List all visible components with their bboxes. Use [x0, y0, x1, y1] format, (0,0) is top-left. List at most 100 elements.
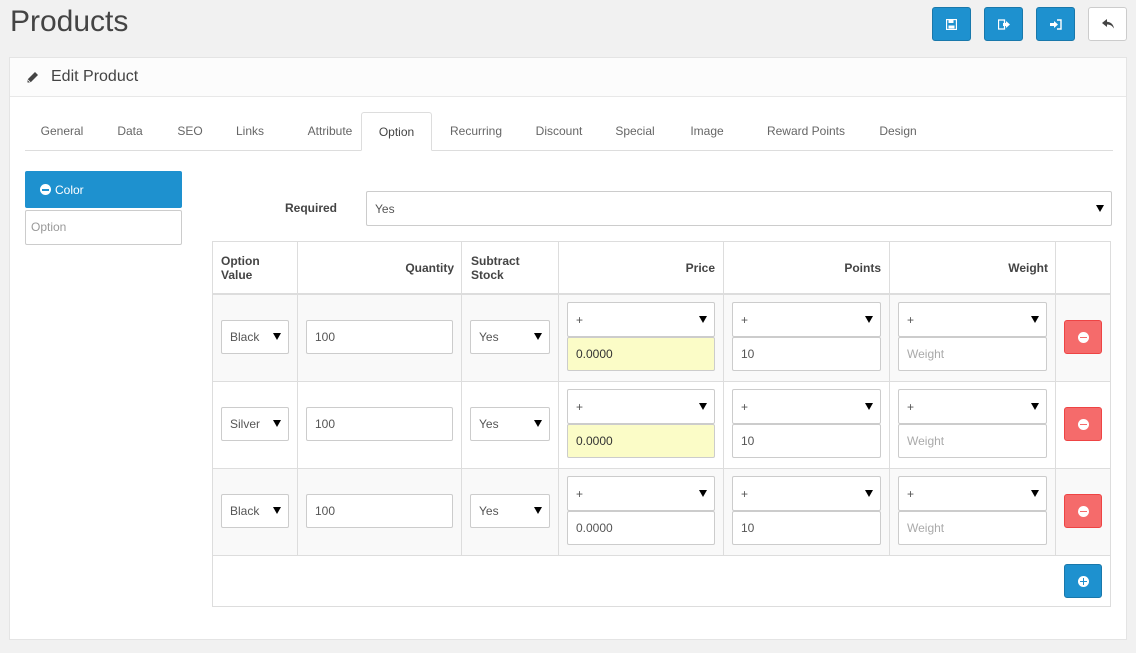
- page-title: Products: [10, 5, 129, 38]
- plus-circle-icon: [1077, 575, 1089, 587]
- weight-prefix-select[interactable]: +: [898, 302, 1047, 337]
- subtract-stock-select[interactable]: Yes: [470, 320, 550, 354]
- header-weight: Weight: [1008, 261, 1048, 275]
- save-stay-icon: [997, 18, 1010, 30]
- caret-down-icon: [534, 420, 542, 427]
- points-prefix-select[interactable]: +: [732, 389, 881, 424]
- remove-row-button[interactable]: [1064, 494, 1102, 528]
- option-autocomplete-input[interactable]: Option: [25, 210, 182, 245]
- quantity-input[interactable]: 100: [306, 407, 453, 441]
- subtract-text: Yes: [479, 504, 499, 518]
- quantity-input[interactable]: 100: [306, 494, 453, 528]
- tab-seo[interactable]: SEO: [168, 112, 212, 151]
- caret-down-icon: [273, 507, 281, 514]
- tab-attribute[interactable]: Attribute: [290, 112, 370, 151]
- remove-row-button[interactable]: [1064, 407, 1102, 441]
- tab-links[interactable]: Links: [227, 112, 273, 151]
- tab-special[interactable]: Special: [607, 112, 663, 151]
- sign-in-icon: [1049, 18, 1062, 30]
- points-prefix-select[interactable]: +: [732, 476, 881, 511]
- caret-down-icon: [534, 333, 542, 340]
- minus-circle-icon[interactable]: [40, 184, 51, 195]
- option-values-table: Option Value Quantity Subtract Stock Pri…: [212, 241, 1111, 607]
- price-prefix-select[interactable]: +: [567, 476, 715, 511]
- caret-down-icon: [534, 507, 542, 514]
- hline: [213, 555, 1110, 556]
- vline: [1055, 242, 1056, 555]
- required-label: Required: [285, 201, 338, 215]
- save-button[interactable]: [932, 7, 971, 41]
- vline: [461, 242, 462, 555]
- add-option-value-button[interactable]: [1064, 564, 1102, 598]
- hline: [213, 468, 1110, 469]
- caret-down-icon: [1031, 402, 1039, 410]
- points-input[interactable]: 10: [732, 511, 881, 545]
- points-input[interactable]: 10: [732, 337, 881, 371]
- subtract-stock-select[interactable]: Yes: [470, 407, 550, 441]
- vline: [723, 242, 724, 555]
- tab-general[interactable]: General: [25, 112, 99, 151]
- price-input[interactable]: 0.0000: [567, 424, 715, 458]
- save-and-stay-button[interactable]: [984, 7, 1023, 41]
- minus-circle-icon: [1077, 505, 1089, 517]
- tab-discount[interactable]: Discount: [528, 112, 590, 151]
- price-prefix-select[interactable]: +: [567, 389, 715, 424]
- caret-down-icon: [273, 420, 281, 427]
- remove-row-button[interactable]: [1064, 320, 1102, 354]
- subtract-text: Yes: [479, 417, 499, 431]
- header-option-value: Option Value: [221, 254, 260, 282]
- vline: [558, 242, 559, 555]
- tab-data[interactable]: Data: [109, 112, 151, 151]
- subtract-stock-select[interactable]: Yes: [470, 494, 550, 528]
- panel-heading: Edit Product: [10, 58, 1126, 97]
- option-value-select[interactable]: Black: [221, 320, 289, 354]
- weight-prefix-select[interactable]: +: [898, 389, 1047, 424]
- caret-down-icon: [699, 402, 707, 410]
- header-quantity: Quantity: [405, 261, 454, 275]
- option-value-text: Black: [230, 504, 260, 518]
- option-value-text: Silver: [230, 417, 261, 431]
- vline: [297, 242, 298, 555]
- tab-reward-points[interactable]: Reward Points: [747, 112, 865, 151]
- caret-down-icon: [865, 402, 873, 410]
- option-item-color[interactable]: Color: [25, 171, 182, 208]
- panel-title: Edit Product: [51, 68, 139, 85]
- minus-circle-icon: [1077, 418, 1089, 430]
- caret-down-icon: [865, 489, 873, 497]
- weight-input[interactable]: Weight: [898, 337, 1047, 371]
- price-prefix-select[interactable]: +: [567, 302, 715, 337]
- tab-image[interactable]: Image: [679, 112, 735, 151]
- caret-down-icon: [699, 315, 707, 323]
- back-button[interactable]: [1088, 7, 1127, 41]
- price-input[interactable]: 0.0000: [567, 337, 715, 371]
- quantity-input[interactable]: 100: [306, 320, 453, 354]
- weight-prefix-select[interactable]: +: [898, 476, 1047, 511]
- required-select[interactable]: Yes: [366, 191, 1112, 226]
- header-points: Points: [844, 261, 881, 275]
- vline: [889, 242, 890, 555]
- header-subtract-stock: Subtract Stock: [471, 254, 520, 282]
- weight-input[interactable]: Weight: [898, 424, 1047, 458]
- option-item-label: Color: [55, 182, 84, 197]
- caret-down-icon: [865, 315, 873, 323]
- subtract-text: Yes: [479, 330, 499, 344]
- prefix-text: +: [741, 399, 749, 414]
- tab-recurring[interactable]: Recurring: [441, 112, 511, 151]
- required-value: Yes: [375, 201, 395, 216]
- tab-option[interactable]: Option: [361, 112, 432, 151]
- option-value-select[interactable]: Silver: [221, 407, 289, 441]
- reply-icon: [1101, 19, 1114, 29]
- price-input[interactable]: 0.0000: [567, 511, 715, 545]
- caret-down-icon: [273, 333, 281, 340]
- points-input[interactable]: 10: [732, 424, 881, 458]
- option-value-select[interactable]: Black: [221, 494, 289, 528]
- sign-in-button[interactable]: [1036, 7, 1075, 41]
- weight-input[interactable]: Weight: [898, 511, 1047, 545]
- pencil-icon: [27, 71, 38, 83]
- save-icon: [946, 18, 957, 30]
- prefix-text: +: [907, 486, 915, 501]
- points-prefix-select[interactable]: +: [732, 302, 881, 337]
- caret-down-icon: [1031, 315, 1039, 323]
- tab-design[interactable]: Design: [873, 112, 923, 151]
- edit-product-panel: Edit Product General Data SEO Links Attr…: [9, 57, 1127, 640]
